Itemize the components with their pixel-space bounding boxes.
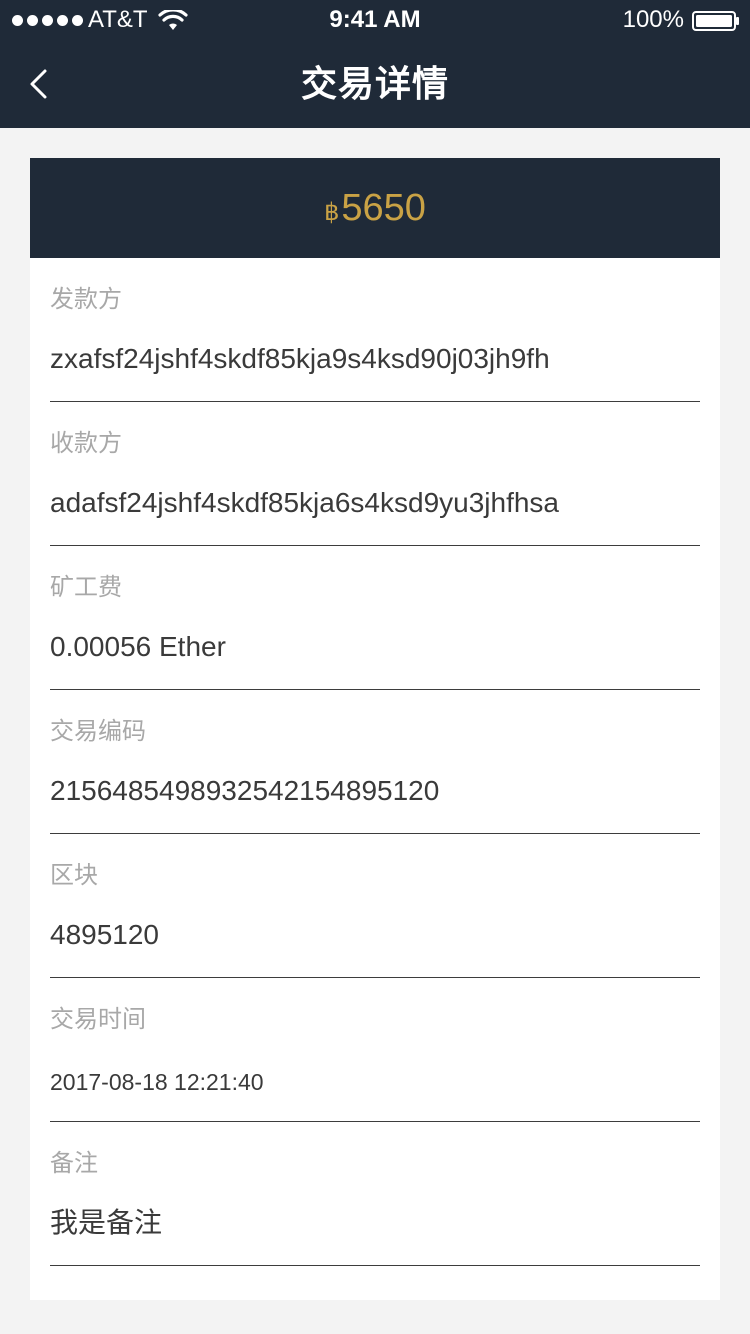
fee-value: 0.00056 Ether xyxy=(50,631,226,662)
receiver-row: 收款方 adafsf24jshf4skdf85kja6s4ksd9yu3jhfh… xyxy=(50,402,700,546)
block-row: 区块 4895120 xyxy=(50,834,700,978)
fee-row: 矿工费 0.00056 Ether xyxy=(50,546,700,690)
status-bar: AT&T 9:41 AM 100% xyxy=(0,0,750,40)
amount-header: ฿5650 xyxy=(30,158,720,258)
tx-code-label: 交易编码 xyxy=(50,718,146,745)
note-value: 我是备注 xyxy=(50,1207,163,1238)
sender-label: 发款方 xyxy=(50,286,122,313)
tx-code-value: 21564854989325421548951​20 xyxy=(50,775,440,806)
detail-list: 发款方 zxafsf24jshf4skdf85kja9s4ksd90j03jh9… xyxy=(50,258,700,1266)
fee-label: 矿工费 xyxy=(50,574,122,601)
transaction-detail-card: ฿5650 发款方 zxafsf24jshf4skdf85kja9s4ksd90… xyxy=(30,158,720,1300)
note-row: 备注 我是备注 xyxy=(50,1122,700,1266)
sender-value: zxafsf24jshf4skdf85kja9s4ksd90j03jh9fh xyxy=(50,343,550,374)
block-value: 4895120 xyxy=(50,919,160,950)
tx-code-row: 交易编码 21564854989325421548951​20 xyxy=(50,690,700,834)
battery-percent: 100% xyxy=(622,6,684,33)
time-label: 交易时间 xyxy=(50,1006,146,1033)
block-label: 区块 xyxy=(50,862,98,889)
receiver-label: 收款方 xyxy=(50,430,122,457)
top-bar: AT&T 9:41 AM 100% 交易详情 xyxy=(0,0,750,128)
battery-icon xyxy=(692,11,739,31)
transaction-amount: ฿5650 xyxy=(30,187,720,234)
time-value: 2017-08-18 12:21:40 xyxy=(50,1069,264,1095)
receiver-value: adafsf24jshf4skdf85kja6s4ksd9yu3jhfhsa xyxy=(50,487,560,518)
amount-value: 5650 xyxy=(341,187,426,229)
note-label: 备注 xyxy=(50,1150,98,1177)
time-row: 交易时间 2017-08-18 12:21:40 xyxy=(50,978,700,1122)
navigation-bar: 交易详情 xyxy=(0,40,750,128)
currency-symbol: ฿ xyxy=(324,199,340,226)
page-title: 交易详情 xyxy=(300,63,449,104)
sender-row: 发款方 zxafsf24jshf4skdf85kja9s4ksd90j03jh9… xyxy=(50,258,700,402)
